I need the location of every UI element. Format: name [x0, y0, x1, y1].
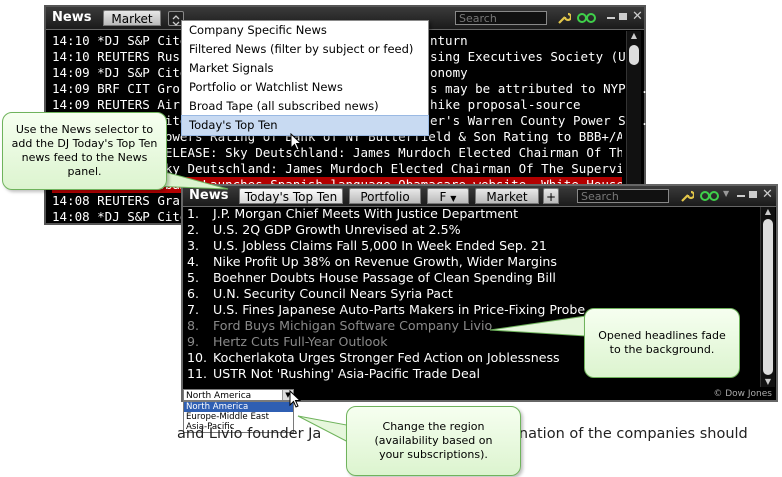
callout-pointer	[297, 415, 353, 445]
callout-faded-headlines: Opened headlines fade to the background.	[584, 308, 740, 378]
callout-region: Change the region (availability based on…	[346, 406, 521, 476]
callout-news-selector: Use the News selector to add the DJ Toda…	[2, 112, 167, 190]
callout-pointer	[489, 315, 587, 337]
